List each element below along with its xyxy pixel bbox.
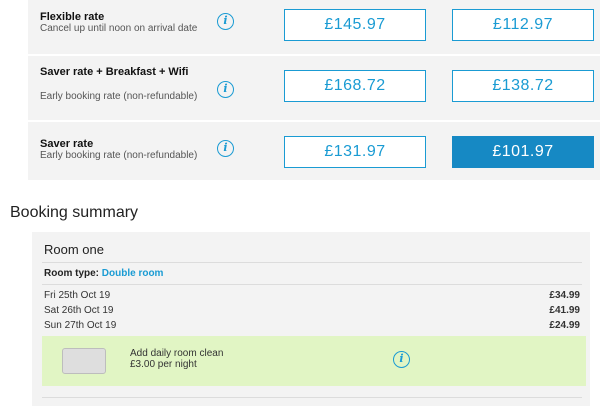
rate-row-saver-breakfast: Saver rate + Breakfast + Wifi Early book…	[28, 56, 600, 122]
rate-description: Cancel up until noon on arrival date	[40, 23, 198, 34]
price-button-selected[interactable]: £101.97	[452, 136, 594, 168]
price-button[interactable]: £138.72	[452, 70, 594, 102]
info-icon[interactable]: i	[217, 140, 234, 157]
room-type-label: Room type:	[44, 268, 99, 279]
night-row: Sat 26th Oct 19 £41.99	[44, 305, 580, 319]
rate-description: Early booking rate (non-refundable)	[40, 91, 198, 102]
addon-label: Add daily room clean	[130, 348, 224, 359]
night-row: Sun 27th Oct 19 £24.99	[44, 320, 580, 334]
booking-summary-title: Booking summary	[10, 204, 139, 221]
rate-name: Saver rate + Breakfast + Wifi	[40, 66, 189, 78]
divider	[42, 284, 582, 285]
rate-description: Early booking rate (non-refundable)	[40, 150, 198, 161]
divider	[42, 262, 582, 263]
night-date: Sun 27th Oct 19	[44, 320, 117, 331]
price-button[interactable]: £131.97	[284, 136, 426, 168]
night-amount: £41.99	[549, 305, 580, 316]
info-icon[interactable]: i	[217, 13, 234, 30]
room-clean-checkbox[interactable]	[62, 348, 106, 374]
night-amount: £24.99	[549, 320, 580, 331]
rate-list: Flexible rate Cancel up until noon on ar…	[28, 0, 600, 182]
room-clean-addon: Add daily room clean £3.00 per night i	[42, 336, 586, 386]
price-button[interactable]: £145.97	[284, 9, 426, 41]
price-button[interactable]: £112.97	[452, 9, 594, 41]
price-button[interactable]: £168.72	[284, 70, 426, 102]
room-type: Room type: Double room	[44, 268, 163, 279]
addon-price: £3.00 per night	[130, 359, 197, 370]
info-icon[interactable]: i	[217, 81, 234, 98]
night-row: Fri 25th Oct 19 £34.99	[44, 290, 580, 304]
rate-row-saver: Saver rate Early booking rate (non-refun…	[28, 122, 600, 182]
rate-row-flexible: Flexible rate Cancel up until noon on ar…	[28, 0, 600, 56]
room-type-value: Double room	[101, 268, 164, 279]
divider	[42, 397, 582, 398]
night-amount: £34.99	[549, 290, 580, 301]
info-icon[interactable]: i	[393, 351, 410, 368]
night-date: Fri 25th Oct 19	[44, 290, 111, 301]
addon-text: Add daily room clean £3.00 per night	[130, 348, 223, 370]
night-date: Sat 26th Oct 19	[44, 305, 114, 316]
booking-summary-panel: Room one Room type: Double room Fri 25th…	[32, 232, 590, 406]
room-heading: Room one	[44, 242, 104, 257]
